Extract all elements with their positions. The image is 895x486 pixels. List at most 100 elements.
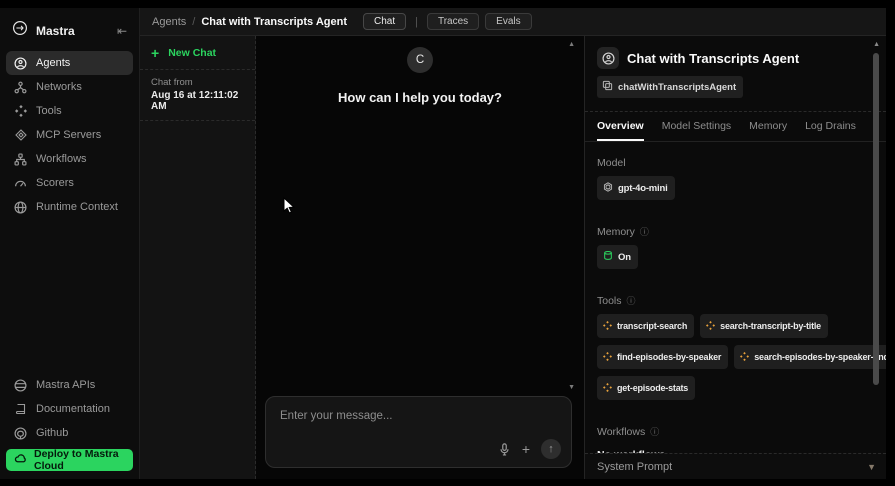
assistant-greeting-block: C How can I help you today?	[256, 36, 584, 105]
sidebar-item-mcp-servers[interactable]: MCP Servers	[6, 123, 133, 147]
sidebar-item-scorers[interactable]: Scorers	[6, 171, 133, 195]
memory-icon	[603, 248, 613, 266]
mcp-servers-icon	[14, 129, 27, 142]
system-prompt-label: System Prompt	[597, 460, 673, 473]
tool-icon	[740, 348, 750, 366]
agent-id-text: chatWithTranscriptsAgent	[618, 81, 737, 93]
api-icon	[14, 378, 27, 392]
tool-chip[interactable]: search-episodes-by-speaker-and-title	[734, 345, 886, 369]
message-input[interactable]	[266, 397, 571, 439]
app-window: Mastra ⇤ Agents Networks Tools MCP Serve…	[0, 8, 886, 479]
model-label: Model	[597, 157, 626, 169]
sidebar-item-label: Tools	[36, 105, 62, 117]
model-section: Model gpt-4o-mini	[597, 157, 864, 200]
brand-name: Mastra	[36, 23, 75, 38]
sidebar-item-documentation[interactable]: Documentation	[6, 397, 133, 421]
chat-tab-button[interactable]: Chat	[362, 13, 407, 30]
sidebar-item-networks[interactable]: Networks	[6, 75, 133, 99]
agent-id-row: chatWithTranscriptsAgent	[585, 69, 886, 98]
info-icon[interactable]: ⓘ	[650, 425, 659, 438]
main-column: Agents / Chat with Transcripts Agent Cha…	[140, 8, 886, 479]
breadcrumb-agents[interactable]: Agents	[152, 16, 186, 28]
tab-model-settings[interactable]: Model Settings	[662, 112, 731, 141]
tool-icon	[706, 317, 716, 335]
tools-icon	[14, 105, 27, 118]
tab-log-drains[interactable]: Log Drains	[805, 112, 856, 141]
tool-chip[interactable]: transcript-search	[597, 314, 695, 338]
assistant-greeting-text: How can I help you today?	[338, 90, 502, 105]
tools-label: Tools	[597, 294, 622, 307]
sidebar-item-agents[interactable]: Agents	[6, 51, 133, 75]
tab-overview[interactable]: Overview	[597, 112, 644, 141]
sidebar-item-label: Networks	[36, 81, 82, 93]
mastra-logo-icon	[12, 20, 28, 41]
tool-icon	[603, 348, 612, 366]
tool-icon	[603, 379, 612, 397]
sidebar-item-label: Mastra APIs	[36, 379, 96, 391]
deploy-to-mastra-cloud-button[interactable]: Deploy to Mastra Cloud	[6, 448, 133, 472]
evals-tab-button[interactable]: Evals	[485, 13, 532, 30]
system-prompt-toggle[interactable]: System Prompt ▼	[585, 453, 886, 479]
sidebar-item-label: Github	[36, 427, 69, 439]
brand-row: Mastra ⇤	[6, 14, 133, 51]
traces-tab-button[interactable]: Traces	[426, 13, 480, 30]
sidebar-collapse-icon[interactable]: ⇤	[117, 24, 129, 38]
tool-chip[interactable]: search-transcript-by-title	[700, 314, 828, 338]
sidebar-item-tools[interactable]: Tools	[6, 99, 133, 123]
sidebar-item-mastra-apis[interactable]: Mastra APIs	[6, 373, 133, 397]
tool-name: search-episodes-by-speaker-and-title	[754, 352, 886, 362]
scroll-up-icon[interactable]: ▲	[568, 41, 575, 48]
chat-area: ▲ ▼ C How can I help you today? + ↑	[256, 36, 584, 479]
chat-history-panel: + New Chat Chat from Aug 16 at 12:11:02 …	[140, 36, 256, 479]
scorers-icon	[14, 177, 27, 190]
new-chat-label: New Chat	[168, 46, 217, 59]
memory-value: On	[618, 251, 631, 263]
tool-name: find-episodes-by-speaker	[617, 352, 722, 362]
deploy-button-label: Deploy to Mastra Cloud	[34, 448, 119, 472]
sidebar-item-workflows[interactable]: Workflows	[6, 147, 133, 171]
breadcrumb-page-title: Chat with Transcripts Agent	[201, 15, 347, 28]
tool-icon	[603, 317, 612, 335]
chevron-down-icon: ▼	[867, 461, 876, 472]
breadcrumb-separator: /	[192, 15, 196, 28]
memory-status-chip[interactable]: On	[597, 245, 638, 269]
new-chat-button[interactable]: + New Chat	[140, 36, 255, 70]
sidebar-item-runtime-context[interactable]: Runtime Context	[6, 195, 133, 219]
sidebar-item-label: Workflows	[36, 153, 87, 165]
attach-plus-icon[interactable]: +	[522, 442, 530, 456]
composer-actions: + ↑	[498, 439, 561, 459]
model-chip[interactable]: gpt-4o-mini	[597, 176, 675, 200]
agent-overview-content: Model gpt-4o-mini Memory ⓘ On Tools ⓘ tr…	[585, 142, 886, 479]
plus-icon: +	[151, 44, 160, 61]
copy-icon	[602, 78, 613, 96]
github-icon	[14, 426, 27, 440]
message-composer: + ↑	[265, 396, 572, 468]
panel-scroll-up-icon[interactable]: ▲	[873, 41, 880, 48]
tool-chip[interactable]: find-episodes-by-speaker	[597, 345, 729, 369]
microphone-icon[interactable]	[498, 442, 511, 456]
content-row: + New Chat Chat from Aug 16 at 12:11:02 …	[140, 36, 886, 479]
agent-detail-panel: ▲ Chat with Transcripts Agent chatWithTr…	[584, 36, 886, 479]
top-header: Agents / Chat with Transcripts Agent Cha…	[140, 8, 886, 36]
book-icon	[14, 403, 27, 416]
chat-item-prefix: Chat from	[151, 77, 193, 88]
memory-section: Memory ⓘ On	[597, 225, 864, 269]
agent-icon	[597, 47, 619, 69]
tab-memory[interactable]: Memory	[749, 112, 787, 141]
agent-title: Chat with Transcripts Agent	[627, 50, 800, 66]
assistant-avatar: C	[407, 47, 433, 73]
sidebar-item-github[interactable]: Github	[6, 421, 133, 445]
panel-scrollbar-thumb[interactable]	[873, 53, 879, 385]
agent-id-chip[interactable]: chatWithTranscriptsAgent	[597, 76, 744, 98]
agent-panel-tabs: Overview Model Settings Memory Log Drain…	[585, 111, 886, 142]
scroll-down-icon[interactable]: ▼	[568, 384, 575, 391]
networks-icon	[14, 81, 27, 94]
info-icon[interactable]: ⓘ	[640, 225, 649, 238]
chat-history-item[interactable]: Chat from Aug 16 at 12:11:02 AM	[140, 70, 255, 121]
workflows-label: Workflows	[597, 425, 646, 438]
info-icon[interactable]: ⓘ	[627, 294, 636, 307]
tool-name: transcript-search	[617, 321, 688, 331]
tool-chip[interactable]: get-episode-stats	[597, 376, 696, 400]
send-button[interactable]: ↑	[541, 439, 561, 459]
